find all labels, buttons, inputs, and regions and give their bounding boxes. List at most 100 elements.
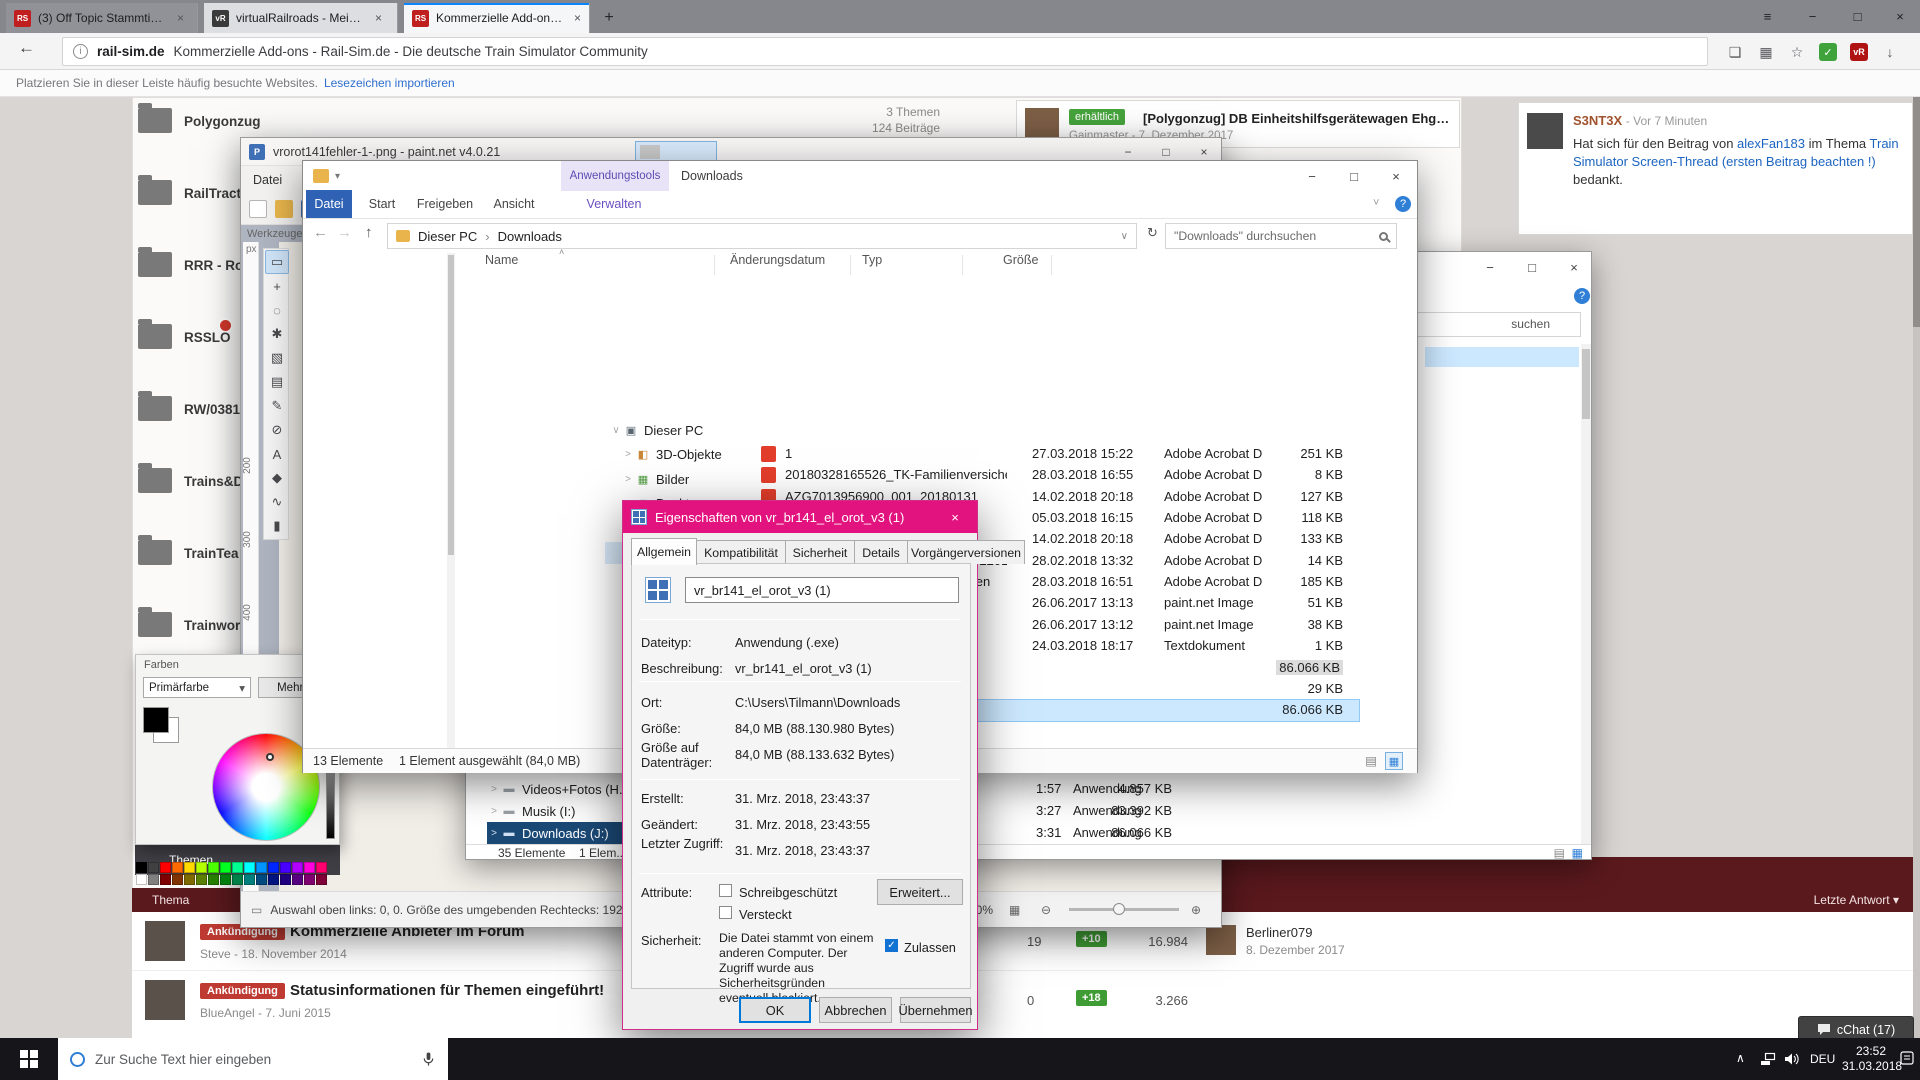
palette-swatch[interactable] xyxy=(292,874,303,885)
file-row[interactable]: 1 27.03.2018 15:22 Adobe Acrobat D... 25… xyxy=(755,444,1359,465)
browser-maximize-button[interactable]: □ xyxy=(1835,0,1880,33)
tool-icon-gradient[interactable]: ▤ xyxy=(265,370,289,394)
start-button[interactable] xyxy=(0,1038,58,1080)
up-icon[interactable]: ↑ xyxy=(365,224,373,241)
tool-icon-lasso[interactable]: ◌ xyxy=(265,298,289,322)
file-row[interactable]: 20180328165526_TK-Familienversicherun...… xyxy=(755,465,1359,486)
download-arrow-icon[interactable]: ↓ xyxy=(1877,39,1903,65)
breadcrumb-dieser-pc[interactable]: Dieser PC xyxy=(418,229,477,244)
sidebar-item-dieser-pc[interactable]: ∨▣Dieser PC xyxy=(605,419,749,441)
pages-icon[interactable]: ❏ xyxy=(1722,39,1748,65)
palette-swatch[interactable] xyxy=(244,862,255,873)
palette-swatch[interactable] xyxy=(136,862,147,873)
palette-swatch[interactable] xyxy=(256,862,267,873)
apply-button[interactable]: Übernehmen xyxy=(900,997,971,1023)
tab-close-icon[interactable]: × xyxy=(570,11,581,25)
browser-menu-button[interactable]: ≡ xyxy=(1745,0,1790,33)
browser-minimize-button[interactable]: − xyxy=(1790,0,1835,33)
palette-swatch[interactable] xyxy=(136,874,147,885)
cancel-button[interactable]: Abbrechen xyxy=(819,997,892,1023)
ribbon-collapse-icon[interactable]: ˅ xyxy=(1373,197,1379,209)
palette-swatch[interactable] xyxy=(232,874,243,885)
thumbnails-view-icon[interactable]: ▦ xyxy=(1385,752,1403,770)
new-tab-button[interactable]: + xyxy=(596,5,622,31)
details-view-icon[interactable]: ▤ xyxy=(1554,846,1565,860)
column-name[interactable]: Name xyxy=(485,253,518,267)
user-link[interactable]: alexFan183 xyxy=(1737,136,1805,151)
column-letzte-antwort[interactable]: Letzte Antwort ▾ xyxy=(1814,893,1899,907)
fit-window-icon[interactable]: ▦ xyxy=(1009,903,1020,917)
network-icon[interactable] xyxy=(1760,1052,1776,1069)
tool-icon-move[interactable]: + xyxy=(265,274,289,298)
tab-sicherheit[interactable]: Sicherheit xyxy=(785,540,855,564)
adblock-shield-icon[interactable]: ✓ xyxy=(1815,39,1841,65)
browser-close-button[interactable]: × xyxy=(1880,0,1920,33)
release-title[interactable]: [Polygonzug] DB Einheitshilfsgerätewagen… xyxy=(1143,111,1455,126)
ok-button[interactable]: OK xyxy=(739,997,811,1023)
tray-chevron-icon[interactable]: ∧ xyxy=(1736,1051,1745,1065)
taskbar-search-box[interactable]: Zur Suche Text hier eingeben xyxy=(58,1038,448,1080)
palette-swatch[interactable] xyxy=(172,874,183,885)
navpane-scrollbar[interactable] xyxy=(447,253,455,748)
tool-icon-clone-stamp[interactable]: ∿ xyxy=(265,490,289,514)
tab-close-icon[interactable]: × xyxy=(173,11,184,25)
tab-details[interactable]: Details xyxy=(854,540,908,564)
minimize-button[interactable]: − xyxy=(1291,161,1333,191)
sidebar-item-3d-objekte[interactable]: >◧3D-Objekte xyxy=(605,444,749,466)
ribbon-tab-ansicht[interactable]: Ansicht xyxy=(486,190,542,218)
ribbon-tab-freigeben[interactable]: Freigeben xyxy=(412,190,478,218)
tool-icon-paint-bucket[interactable]: ▧ xyxy=(265,346,289,370)
tool-icon-eraser[interactable]: ⊘ xyxy=(265,418,289,442)
back-icon[interactable]: ← xyxy=(313,224,328,241)
palette-swatch[interactable] xyxy=(280,874,291,885)
dialog-close-button[interactable]: × xyxy=(933,501,977,533)
action-center-icon[interactable] xyxy=(1900,1051,1915,1069)
tool-icon-magic-wand[interactable]: ✱ xyxy=(265,322,289,346)
apps-grid-icon[interactable]: ▦ xyxy=(1753,39,1779,65)
tool-icon-color-picker[interactable]: ◆ xyxy=(265,466,289,490)
tab-kompatibilität[interactable]: Kompatibilität xyxy=(696,540,786,564)
tab-close-icon[interactable]: × xyxy=(371,11,382,25)
palette-swatch[interactable] xyxy=(220,874,231,885)
palette-swatch[interactable] xyxy=(268,874,279,885)
advanced-button[interactable]: Erweitert... xyxy=(877,879,963,905)
palette-swatch[interactable] xyxy=(184,862,195,873)
close-button[interactable]: × xyxy=(1553,252,1595,282)
allow-checkbox[interactable]: ✓ xyxy=(885,939,898,952)
zoom-in-icon[interactable]: ⊕ xyxy=(1191,903,1201,917)
palette-swatch[interactable] xyxy=(304,874,315,885)
refresh-icon[interactable]: ↻ xyxy=(1147,225,1158,241)
url-bar[interactable]: i rail-sim.de Kommerzielle Add-ons - Rai… xyxy=(62,37,1708,66)
palette-swatch[interactable] xyxy=(184,874,195,885)
palette-swatch[interactable] xyxy=(148,862,159,873)
tool-icon-text[interactable]: A xyxy=(265,442,289,466)
language-indicator[interactable]: DEU xyxy=(1810,1052,1835,1066)
palette-swatch[interactable] xyxy=(316,862,327,873)
vr-site-icon[interactable]: vR xyxy=(1846,39,1872,65)
filename-input[interactable]: vr_br141_el_orot_v3 (1) xyxy=(685,577,959,603)
palette-swatch[interactable] xyxy=(256,874,267,885)
tab-vorgängerversionen[interactable]: Vorgängerversionen xyxy=(907,540,1025,564)
explorer-title-bar[interactable]: ▾ Anwendungstools Downloads − □ × xyxy=(303,161,1417,191)
address-bar[interactable]: Dieser PC › Downloads ∨ xyxy=(387,223,1137,249)
palette-swatch[interactable] xyxy=(172,862,183,873)
new-file-icon[interactable] xyxy=(249,200,267,218)
site-info-icon[interactable]: i xyxy=(73,44,88,59)
zoom-slider-knob[interactable] xyxy=(1113,903,1125,915)
primary-color-selector[interactable]: Primärfarbe▾ xyxy=(143,677,251,698)
maximize-button[interactable]: □ xyxy=(1511,252,1553,282)
sidebar-item-bilder[interactable]: >▦Bilder xyxy=(605,468,749,490)
browser-tab[interactable]: RS Kommerzielle Add-ons - ... × xyxy=(404,3,590,33)
primary-color-swatch[interactable] xyxy=(143,707,169,733)
minimize-button[interactable]: − xyxy=(1469,252,1511,282)
explorer-search-box[interactable]: "Downloads" durchsuchen xyxy=(1165,223,1397,249)
qat-dropdown-icon[interactable]: ▾ xyxy=(335,171,340,182)
thread-row[interactable]: Ankündigung Statusinformationen für Them… xyxy=(132,970,1913,1028)
thread-title[interactable]: Statusinformationen für Themen eingeführ… xyxy=(290,982,604,999)
close-button[interactable]: × xyxy=(1375,161,1417,191)
browser-tab[interactable]: RS (3) Off Topic Stammtisch - C × xyxy=(6,3,198,33)
palette-swatch[interactable] xyxy=(208,874,219,885)
tool-icon-rectangle-select[interactable]: ▭ xyxy=(265,250,289,274)
column-date[interactable]: Änderungsdatum xyxy=(730,253,825,267)
page-scrollbar[interactable] xyxy=(1913,97,1920,1038)
